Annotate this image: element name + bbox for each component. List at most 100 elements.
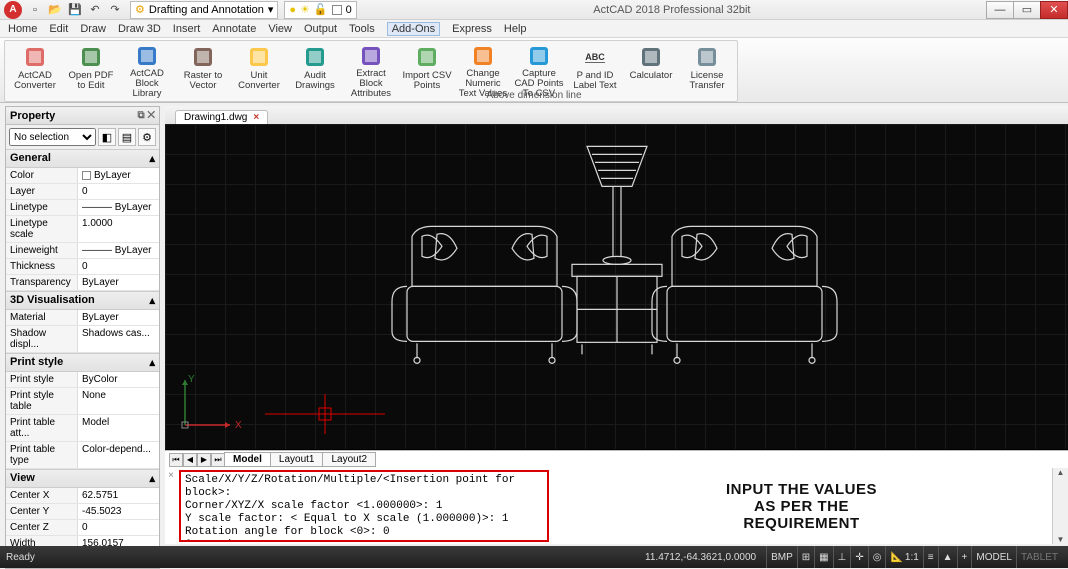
prop-tool-1[interactable]: ◧ [98,128,116,146]
ribbon: ActCAD ConverterOpen PDF to EditActCAD B… [0,38,1068,103]
ribbon-icon [639,45,663,69]
status-grid-icon[interactable]: ▦ [814,546,832,568]
new-icon[interactable]: ▫ [26,2,44,18]
prop-row[interactable]: Center Y-45.5023 [6,504,159,520]
menu-add-ons[interactable]: Add-Ons [387,22,440,36]
prop-row[interactable]: TransparencyByLayer [6,275,159,291]
model-canvas[interactable]: X Y [165,124,1068,449]
prop-value[interactable]: ——— ByLayer [78,243,159,258]
status-model[interactable]: MODEL [971,546,1016,568]
ribbon-label: ActCAD Converter [8,71,62,91]
prop-value[interactable]: ——— ByLayer [78,200,159,215]
first-tab-button[interactable]: ⏮ [169,453,183,467]
prop-row[interactable]: Print style tableNone [6,388,159,415]
prop-row[interactable]: Center X62.5751 [6,488,159,504]
prop-row[interactable]: Layer0 [6,184,159,200]
status-ortho-icon[interactable]: ⊥ [833,546,851,568]
maximize-button[interactable]: ▭ [1013,1,1041,19]
prop-row[interactable]: Center Z0 [6,520,159,536]
menu-annotate[interactable]: Annotate [212,23,256,35]
prop-row[interactable]: Thickness0 [6,259,159,275]
prop-key: Color [6,168,78,183]
prop-key: Transparency [6,275,78,290]
menu-draw-3d[interactable]: Draw 3D [118,23,161,35]
prop-row[interactable]: Print table typeColor-depend... [6,442,159,469]
close-tab-icon[interactable]: × [253,112,259,123]
menu-view[interactable]: View [268,23,292,35]
menu-tools[interactable]: Tools [349,23,375,35]
layer-selector[interactable]: ● ☀ 🔓 0 [284,1,356,19]
layout-tab-model[interactable]: Model [224,452,271,467]
undo-icon[interactable]: ↶ [86,2,104,18]
prop-value[interactable]: 1.0000 [78,216,159,242]
prop-value[interactable]: ByLayer [78,168,159,183]
open-icon[interactable]: 📂 [46,2,64,18]
status-a-icon[interactable]: ▲ [938,546,957,568]
redo-icon[interactable]: ↷ [106,2,124,18]
prop-value[interactable]: None [78,388,159,414]
prop-row[interactable]: Linetype scale1.0000 [6,216,159,243]
workspace-label: Drafting and Annotation [149,4,264,16]
command-box[interactable]: Scale/X/Y/Z/Rotation/Multiple/<Insertion… [179,470,549,542]
prop-value[interactable]: ByColor [78,372,159,387]
property-close-icon[interactable]: ⧉ ✕ [137,110,155,121]
workspace-selector[interactable]: ⚙ Drafting and Annotation ▾ [130,1,278,19]
prop-value[interactable]: Color-depend... [78,442,159,468]
close-button[interactable]: ✕ [1040,1,1068,19]
selection-dropdown[interactable]: No selection [9,128,96,146]
prop-section-general[interactable]: General▴ [6,149,159,168]
prop-section-view[interactable]: View▴ [6,469,159,488]
status-snap-icon[interactable]: ⊞ [797,546,814,568]
menu-draw[interactable]: Draw [80,23,106,35]
svg-text:Y: Y [188,374,195,385]
prop-value[interactable]: 0 [78,184,159,199]
save-icon[interactable]: 💾 [66,2,84,18]
last-tab-button[interactable]: ⏭ [211,453,225,467]
prop-section-print-style[interactable]: Print style▴ [6,353,159,372]
layout-tab-layout2[interactable]: Layout2 [322,452,376,467]
lock-icon: 🔓 [314,3,328,16]
menu-edit[interactable]: Edit [49,23,68,35]
prop-value[interactable]: 0 [78,259,159,274]
prop-row[interactable]: Lineweight——— ByLayer [6,243,159,259]
prop-value[interactable]: -45.5023 [78,504,159,519]
collapse-icon: ▴ [149,472,155,485]
prop-value[interactable]: ByLayer [78,275,159,290]
status-add-icon[interactable]: + [957,546,972,568]
prop-row[interactable]: ColorByLayer [6,168,159,184]
menu-help[interactable]: Help [504,23,527,35]
next-tab-button[interactable]: ▶ [197,453,211,467]
prop-key: Print table type [6,442,78,468]
prop-value[interactable]: 62.5751 [78,488,159,503]
status-lwt-icon[interactable]: ≡ [923,546,938,568]
prop-value[interactable]: ByLayer [78,310,159,325]
minimize-button[interactable]: — [986,1,1014,19]
prop-value[interactable]: 0 [78,520,159,535]
status-tablet[interactable]: TABLET [1016,546,1062,568]
menu-output[interactable]: Output [304,23,337,35]
prop-row[interactable]: Shadow displ...Shadows cas... [6,326,159,353]
status-ratio[interactable]: 📐1:1 [885,546,922,568]
menu-insert[interactable]: Insert [173,23,201,35]
prop-tool-3[interactable]: ⚙ [138,128,156,146]
prop-section-3d-visualisation[interactable]: 3D Visualisation▴ [6,291,159,310]
status-polar-icon[interactable]: ✛ [850,546,867,568]
collapse-icon: ▴ [149,294,155,307]
prop-row[interactable]: Print table att...Model [6,415,159,442]
prev-tab-button[interactable]: ◀ [183,453,197,467]
prop-row[interactable]: MaterialByLayer [6,310,159,326]
prop-value[interactable]: Shadows cas... [78,326,159,352]
layout-tab-layout1[interactable]: Layout1 [270,452,324,467]
prop-row[interactable]: Linetype——— ByLayer [6,200,159,216]
prop-tool-2[interactable]: ▤ [118,128,136,146]
prop-value[interactable]: Model [78,415,159,441]
command-close-icon[interactable]: × [165,468,177,544]
menu-home[interactable]: Home [8,23,37,35]
document-tab[interactable]: Drawing1.dwg × [175,110,268,124]
menu-express[interactable]: Express [452,23,492,35]
command-scrollbar[interactable]: ▲▼ [1052,468,1068,544]
prop-row[interactable]: Print styleByColor [6,372,159,388]
drawing-area: Drawing1.dwg × [165,106,1068,544]
status-osnap-icon[interactable]: ◎ [868,546,886,568]
status-bmp[interactable]: BMP [766,546,797,568]
